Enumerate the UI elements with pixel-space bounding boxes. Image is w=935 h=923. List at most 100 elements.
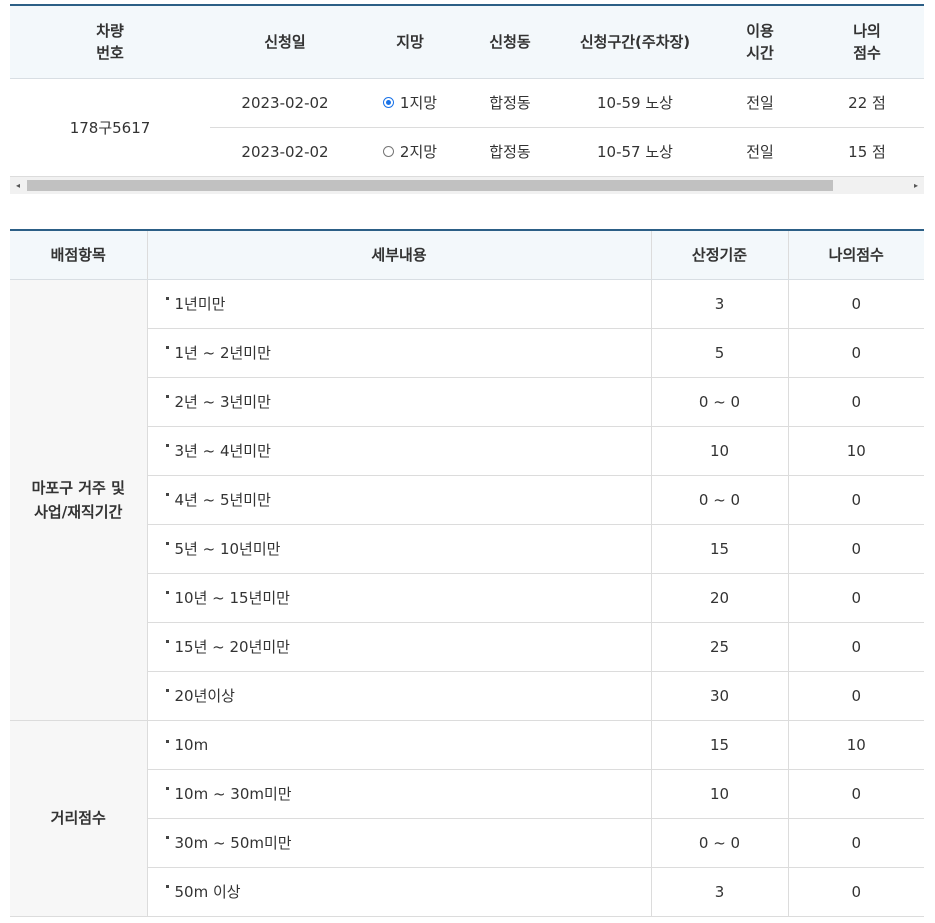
choice-option[interactable]: 1지망 xyxy=(360,78,460,128)
radio-selected-icon[interactable] xyxy=(382,97,394,108)
detail-cell: 10m ~ 30m미만 xyxy=(147,769,652,819)
standard-cell: 25 xyxy=(651,622,789,672)
col-section: 신청구간(주차장) xyxy=(560,4,710,79)
col-usage-time: 이용 시간 xyxy=(710,4,810,79)
my-score-cell: 10 xyxy=(788,720,924,770)
vehicle-number: 178구5617 xyxy=(10,78,210,177)
my-score-cell: 0 xyxy=(788,524,924,574)
detail-cell: 20년이상 xyxy=(147,671,652,721)
my-score-cell: 0 xyxy=(788,818,924,868)
detail-cell: 1년미만 xyxy=(147,279,652,329)
my-score-cell: 0 xyxy=(788,671,924,721)
col-vehicle-number: 차량 번호 xyxy=(10,4,210,79)
score-table: 배점항목 세부내용 산정기준 나의점수 마포구 거주 및 사업/재직기간 1년미… xyxy=(10,229,924,917)
scrollbar-thumb[interactable] xyxy=(27,180,833,191)
bullet-icon xyxy=(165,297,169,300)
application-dong: 합정동 xyxy=(460,78,560,128)
score-row: 4년 ~ 5년미만 0 ~ 0 0 xyxy=(10,475,924,525)
choice-option[interactable]: 2지망 xyxy=(360,127,460,177)
bullet-icon xyxy=(165,395,169,398)
application-table-container: 차량 번호 신청일 지망 신청동 신청구간(주차장) 이용 시간 나의 점수 1… xyxy=(10,4,924,177)
col-my-score: 나의 점수 xyxy=(810,4,924,79)
score-row: 15년 ~ 20년미만 25 0 xyxy=(10,622,924,672)
bullet-icon xyxy=(165,542,169,545)
detail-cell: 5년 ~ 10년미만 xyxy=(147,524,652,574)
col-detail: 세부내용 xyxy=(146,229,651,280)
radio-unselected-icon[interactable] xyxy=(382,146,394,157)
detail-cell: 30m ~ 50m미만 xyxy=(147,818,652,868)
score-row: 10m ~ 30m미만 10 0 xyxy=(10,769,924,819)
my-score-cell: 10 xyxy=(788,426,924,476)
bullet-icon xyxy=(165,689,169,692)
col-dong: 신청동 xyxy=(460,4,560,79)
bullet-icon xyxy=(165,346,169,349)
detail-cell: 15년 ~ 20년미만 xyxy=(147,622,652,672)
score-row: 2년 ~ 3년미만 0 ~ 0 0 xyxy=(10,377,924,427)
col-choice: 지망 xyxy=(360,4,460,79)
my-score: 15 점 xyxy=(810,127,924,177)
score-row: 거리점수 10m 15 10 xyxy=(10,720,924,917)
application-dong: 합정동 xyxy=(460,127,560,177)
my-score-cell: 0 xyxy=(788,573,924,623)
score-row: 5년 ~ 10년미만 15 0 xyxy=(10,524,924,574)
score-row: 10년 ~ 15년미만 20 0 xyxy=(10,573,924,623)
score-row: 3년 ~ 4년미만 10 10 xyxy=(10,426,924,476)
application-section: 10-57 노상 xyxy=(560,127,710,177)
score-table-header: 배점항목 세부내용 산정기준 나의점수 xyxy=(10,229,924,280)
scroll-right-icon[interactable]: ▸ xyxy=(908,177,924,194)
detail-cell: 3년 ~ 4년미만 xyxy=(147,426,652,476)
application-date: 2023-02-02 xyxy=(210,127,360,177)
my-score-cell: 0 xyxy=(788,475,924,525)
score-row: 마포구 거주 및 사업/재직기간 1년미만 3 0 xyxy=(10,279,924,721)
my-score-cell: 0 xyxy=(788,279,924,329)
col-standard: 산정기준 xyxy=(650,229,788,280)
usage-time: 전일 xyxy=(710,127,810,177)
standard-cell: 10 xyxy=(651,769,789,819)
application-row: 178구5617 2023-02-02 1지망 합정동 10-59 노상 전일 … xyxy=(10,78,924,177)
category-distance-score: 거리점수 xyxy=(10,720,148,917)
my-score-cell: 0 xyxy=(788,769,924,819)
scroll-left-icon[interactable]: ◂ xyxy=(10,177,26,194)
application-table-header: 차량 번호 신청일 지망 신청동 신청구간(주차장) 이용 시간 나의 점수 xyxy=(10,4,924,79)
standard-cell: 30 xyxy=(651,671,789,721)
bullet-icon xyxy=(165,836,169,839)
application-table: 차량 번호 신청일 지망 신청동 신청구간(주차장) 이용 시간 나의 점수 1… xyxy=(10,4,924,177)
my-score-cell: 0 xyxy=(788,867,924,917)
standard-cell: 0 ~ 0 xyxy=(651,818,789,868)
score-row: 50m 이상 3 0 xyxy=(10,867,924,917)
standard-cell: 3 xyxy=(651,279,789,329)
standard-cell: 0 ~ 0 xyxy=(651,377,789,427)
my-score-cell: 0 xyxy=(788,622,924,672)
bullet-icon xyxy=(165,591,169,594)
usage-time: 전일 xyxy=(710,78,810,128)
standard-cell: 15 xyxy=(651,720,789,770)
bullet-icon xyxy=(165,739,169,743)
application-section: 10-59 노상 xyxy=(560,78,710,128)
score-row: 20년이상 30 0 xyxy=(10,671,924,721)
standard-cell: 20 xyxy=(651,573,789,623)
standard-cell: 10 xyxy=(651,426,789,476)
bullet-icon xyxy=(165,493,169,496)
my-score-cell: 0 xyxy=(788,377,924,427)
detail-cell: 2년 ~ 3년미만 xyxy=(147,377,652,427)
standard-cell: 15 xyxy=(651,524,789,574)
detail-cell: 50m 이상 xyxy=(147,867,652,917)
application-date: 2023-02-02 xyxy=(210,78,360,128)
detail-cell: 4년 ~ 5년미만 xyxy=(147,475,652,525)
bullet-icon xyxy=(165,640,169,643)
bullet-icon xyxy=(165,885,169,888)
my-score-cell: 0 xyxy=(788,328,924,378)
standard-cell: 5 xyxy=(651,328,789,378)
col-my-score: 나의점수 xyxy=(787,229,924,280)
detail-cell: 10년 ~ 15년미만 xyxy=(147,573,652,623)
my-score: 22 점 xyxy=(810,78,924,128)
detail-cell: 10m xyxy=(147,720,652,770)
standard-cell: 3 xyxy=(651,867,789,917)
bullet-icon xyxy=(165,444,169,447)
col-score-item: 배점항목 xyxy=(10,229,147,280)
horizontal-scrollbar[interactable]: ◂ ▸ xyxy=(10,177,924,194)
bullet-icon xyxy=(165,787,169,790)
col-application-date: 신청일 xyxy=(210,4,360,79)
score-row: 1년 ~ 2년미만 5 0 xyxy=(10,328,924,378)
standard-cell: 0 ~ 0 xyxy=(651,475,789,525)
